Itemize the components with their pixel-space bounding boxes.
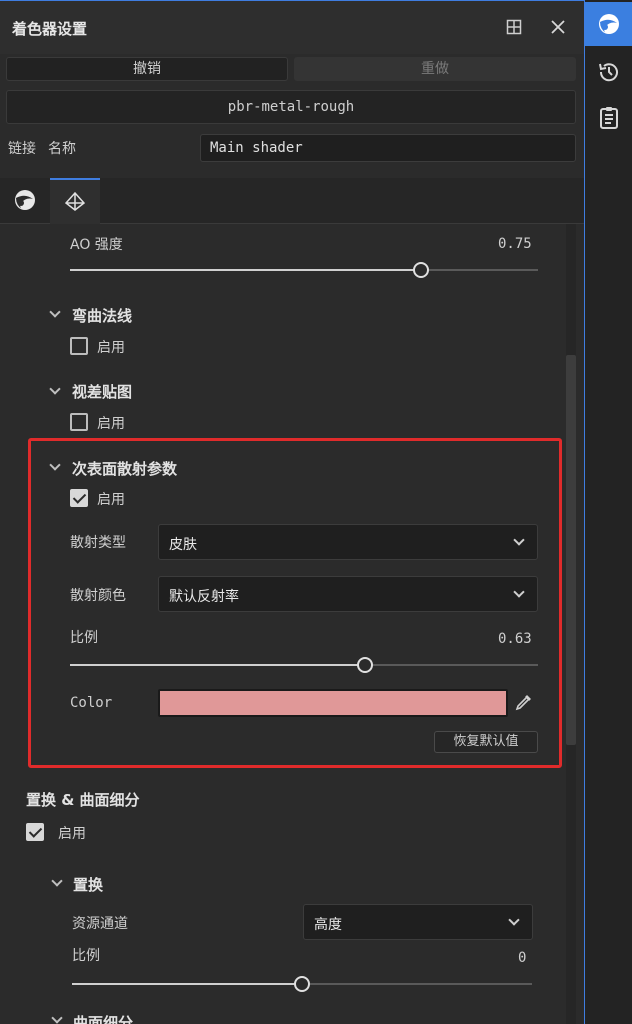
sss-slider-fill — [70, 664, 365, 666]
pyramid-icon — [64, 191, 86, 216]
rail-history-button[interactable] — [585, 50, 632, 94]
chevron-down-icon[interactable] — [51, 875, 63, 887]
displacement-scale-slider[interactable] — [72, 976, 532, 992]
ao-value: 0.75 — [498, 236, 532, 252]
ao-label: AO 强度 — [70, 237, 123, 253]
tessellation-title[interactable]: 曲面细分 — [73, 1012, 133, 1024]
displacement-scale-label: 比例 — [72, 948, 100, 964]
close-icon[interactable] — [550, 19, 566, 35]
sss-type-select[interactable]: 皮肤 — [158, 524, 538, 560]
shader-name-field[interactable]: Main shader — [200, 134, 576, 162]
settings-tabs — [0, 178, 584, 224]
bent-normals-title[interactable]: 弯曲法线 — [72, 305, 132, 326]
channel-value: 高度 — [314, 917, 342, 933]
parallax-title[interactable]: 视差贴图 — [72, 381, 132, 402]
eyedropper-icon[interactable] — [514, 692, 534, 716]
redo-button[interactable]: 重做 — [294, 57, 576, 81]
name-label: 名称 — [48, 141, 76, 157]
displacement-checkbox[interactable] — [26, 823, 44, 841]
ao-slider[interactable] — [70, 262, 538, 278]
shader-model-button[interactable]: pbr-metal-rough — [6, 90, 576, 124]
shader-name-value: Main shader — [210, 140, 303, 156]
dock-icon[interactable] — [506, 19, 522, 35]
sphere-icon — [13, 188, 37, 216]
history-icon — [597, 60, 621, 88]
bent-normals-checkbox[interactable] — [70, 337, 88, 355]
sss-type-label: 散射类型 — [70, 535, 126, 551]
chevron-down-icon[interactable] — [51, 1012, 63, 1024]
sss-scale-value: 0.63 — [498, 631, 532, 647]
bent-normals-enable-label: 启用 — [97, 340, 125, 356]
displacement-sub-title[interactable]: 置换 — [73, 874, 103, 895]
parallax-enable-label: 启用 — [97, 416, 125, 432]
panel-titlebar: 着色器设置 — [0, 0, 584, 54]
displacement-slider-thumb[interactable] — [294, 976, 310, 992]
chevron-down-icon — [508, 914, 520, 926]
rail-notes-button[interactable] — [585, 96, 632, 140]
chevron-down-icon — [513, 534, 525, 546]
channel-label: 资源通道 — [72, 916, 128, 932]
chevron-down-icon[interactable] — [49, 383, 61, 395]
parallax-checkbox[interactable] — [70, 413, 88, 431]
sss-slider-thumb[interactable] — [356, 657, 373, 673]
scrollbar-thumb[interactable] — [566, 355, 576, 745]
tab-geometry[interactable] — [50, 178, 100, 224]
sss-scale-label: 比例 — [70, 630, 98, 646]
link-label[interactable]: 链接 — [8, 138, 36, 158]
chevron-down-icon — [513, 586, 525, 598]
tab-material[interactable] — [0, 178, 50, 224]
ao-slider-thumb[interactable] — [413, 262, 429, 278]
displacement-scale-value: 0 — [518, 950, 527, 966]
undo-button[interactable]: 撤销 — [6, 57, 288, 81]
ao-slider-fill — [70, 269, 421, 271]
shader-settings-panel: 着色器设置 撤销 重做 pbr-metal-rough 链接 名称 Main s… — [0, 0, 584, 1024]
displacement-slider-fill — [72, 983, 302, 985]
sss-color-label: 散射颜色 — [70, 588, 126, 604]
sss-color-swatch[interactable] — [158, 689, 508, 717]
rail-shader-button[interactable] — [585, 2, 632, 46]
sss-type-value: 皮肤 — [169, 537, 197, 553]
sss-color-field-label: Color — [70, 695, 113, 711]
panel-title: 着色器设置 — [12, 20, 88, 38]
channel-select[interactable]: 高度 — [303, 904, 533, 940]
notes-icon — [598, 106, 620, 134]
sss-enable-label: 启用 — [97, 492, 125, 508]
sss-scale-slider[interactable] — [70, 657, 538, 673]
displacement-enable-label: 启用 — [58, 826, 86, 842]
chevron-down-icon[interactable] — [49, 306, 61, 318]
displacement-title[interactable]: 置换 & 曲面细分 — [26, 789, 140, 810]
sss-color-select[interactable]: 默认反射率 — [158, 576, 538, 612]
reset-default-button[interactable]: 恢复默认值 — [434, 731, 538, 753]
right-toolbar — [584, 0, 632, 1024]
sss-checkbox[interactable] — [70, 489, 88, 507]
shader-ball-icon — [597, 12, 621, 40]
sss-color-value: 默认反射率 — [169, 589, 239, 605]
sss-title[interactable]: 次表面散射参数 — [72, 458, 177, 479]
